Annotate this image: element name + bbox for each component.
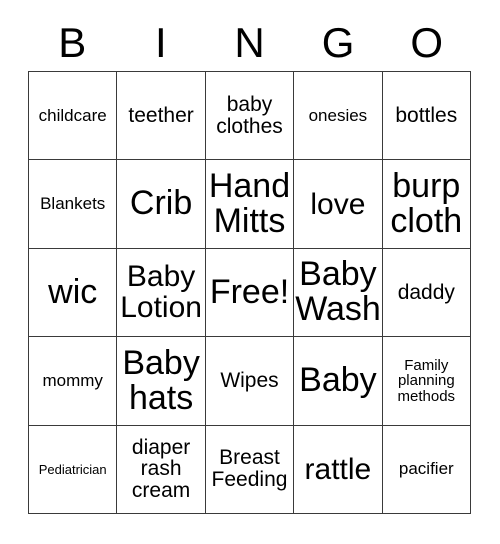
bingo-cell[interactable]: Baby hats [117,337,206,426]
bingo-header-letter-o: O [410,18,443,66]
bingo-cell[interactable]: mommy [29,337,118,426]
bingo-cell-label: onesies [308,105,368,125]
bingo-cell[interactable]: baby clothes [205,72,295,161]
bingo-cell[interactable]: Family planning methods [382,337,471,426]
bingo-cell-label: Pediatrician [38,461,107,477]
bingo-cell[interactable]: Wipes [205,337,295,426]
bingo-cell-label: Baby hats [122,343,200,417]
bingo-cell[interactable]: pacifier [382,425,471,514]
bingo-cell[interactable]: Baby [294,337,383,426]
bingo-cell-label: love [310,187,366,221]
bingo-cell[interactable]: Pediatrician [29,425,118,514]
bingo-grid: childcare teether baby clothes onesies bottl… [28,71,471,514]
bingo-cell-label: Baby [299,361,377,400]
bingo-cell-label: burp cloth [390,166,463,241]
bingo-cell[interactable]: bottles [382,72,471,161]
bingo-cell-label: Baby Wash [295,255,381,329]
bingo-header-letter-g: G [321,18,355,66]
bingo-cell[interactable]: daddy [382,248,471,338]
bingo-cell[interactable]: diaper rash cream [117,425,206,514]
bingo-cell-label: Family planning methods [397,356,456,405]
bingo-cell[interactable]: Breast Feeding [205,425,295,514]
bingo-cell-label: childcare [38,105,107,125]
bingo-header-row: B I N G O [28,14,471,71]
bingo-cell-label: Breast Feeding [211,446,288,492]
bingo-cell-label: Wipes [220,368,279,392]
bingo-cell[interactable]: love [294,160,383,249]
bingo-cell-label: daddy [397,280,455,304]
bingo-cell[interactable]: Blankets [29,160,118,249]
bingo-cell[interactable]: Free! [205,248,295,338]
bingo-cell-label: Baby Lotion [120,260,202,325]
bingo-cell[interactable]: rattle [294,425,383,514]
bingo-cell-label: rattle [304,452,372,486]
bingo-cell[interactable]: teether [117,72,206,161]
bingo-cell[interactable]: Baby Lotion [117,248,206,338]
bingo-header-letter-n: N [234,18,265,66]
bingo-cell-label: Free! [209,272,290,311]
bingo-cell-label: teether [128,103,194,127]
bingo-cell[interactable]: wic [29,248,118,338]
bingo-cell-label: baby clothes [216,92,283,138]
bingo-card: B I N G O childcare teether baby clothes on… [0,0,500,544]
bingo-cell[interactable]: childcare [29,72,118,161]
bingo-cell[interactable]: burp cloth [382,160,471,249]
bingo-cell-label: pacifier [398,459,454,479]
bingo-cell-label: mommy [42,371,103,391]
bingo-header-letter-i: I [155,18,167,66]
bingo-cell-label: bottles [395,103,458,127]
bingo-cell-label: wic [48,272,98,311]
bingo-cell[interactable]: onesies [294,72,383,161]
bingo-cell-label: diaper rash cream [131,435,191,503]
bingo-cell-label: Blankets [40,194,106,214]
bingo-cell[interactable]: Hand Mitts [205,160,295,249]
bingo-cell[interactable]: Crib [117,160,206,249]
bingo-cell-label: Crib [129,184,193,223]
bingo-header-letter-b: B [58,18,87,66]
bingo-cell-label: Hand Mitts [208,166,291,241]
bingo-cell[interactable]: Baby Wash [294,248,383,338]
